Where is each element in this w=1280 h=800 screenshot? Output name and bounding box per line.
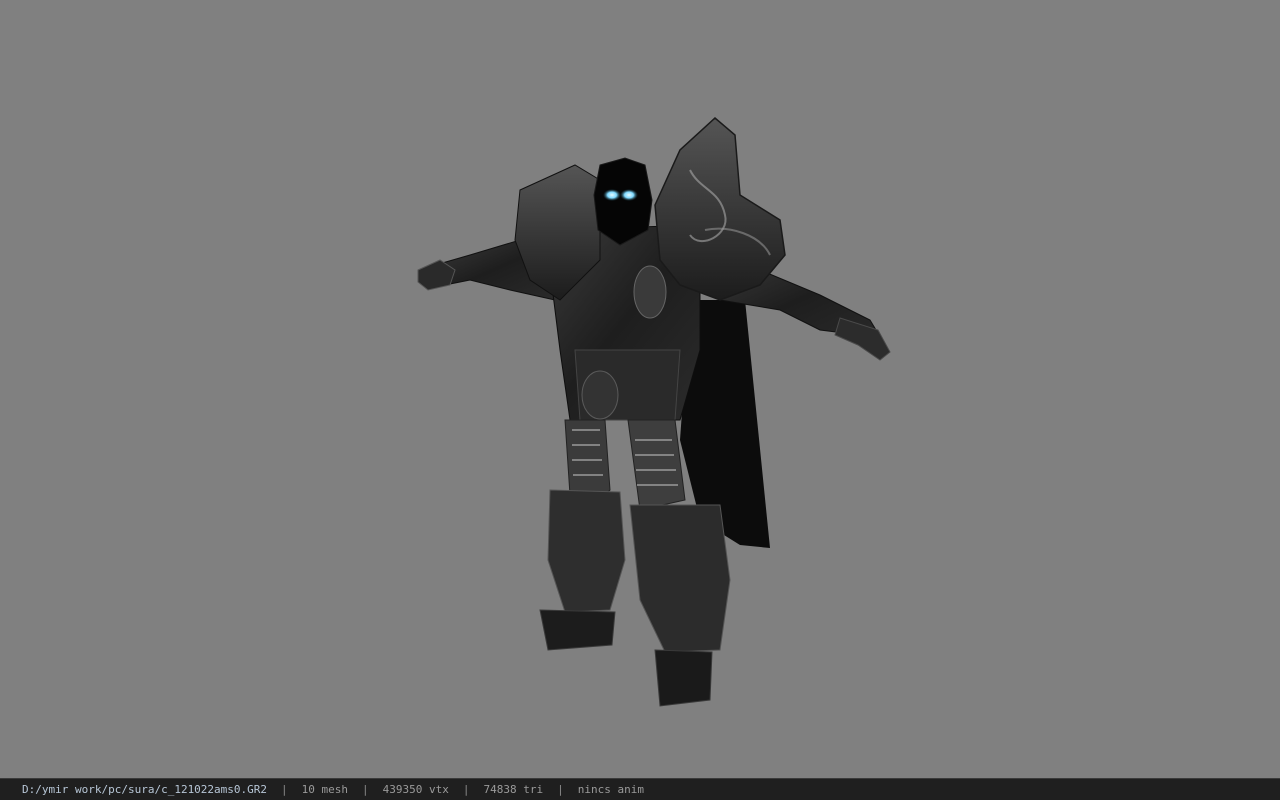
mesh-count: 10 mesh [301,783,349,796]
left-eye-glow [603,189,621,201]
character-model[interactable] [0,0,1280,778]
left-leg [539,419,626,651]
status-bar: D:/ymir work/pc/sura/c_121022ams0.GR2 | … [0,778,1280,800]
file-path: D:/ymir work/pc/sura/c_121022ams0.GR2 [22,783,268,796]
separator: | [362,783,369,796]
3d-viewport[interactable] [0,0,1280,778]
separator: | [462,783,470,796]
separator: | [557,783,564,796]
anim-status: nincs anim [577,783,644,796]
helmet [593,157,653,246]
triangle-count: 74838 tri [483,783,544,796]
vertex-count: 439350 vtx [382,783,449,796]
right-pauldron [654,117,786,301]
separator: | [281,783,288,796]
right-eye-glow [620,189,638,201]
